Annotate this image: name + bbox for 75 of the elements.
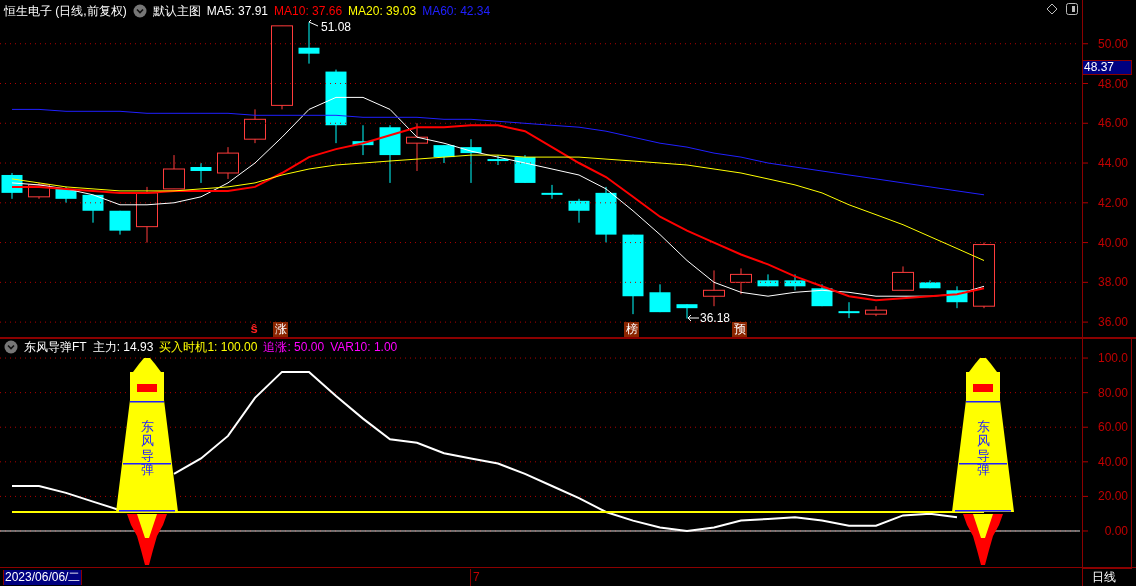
indicator-value: MA5: 37.91	[206, 3, 269, 20]
signal-tag: 预	[732, 322, 747, 337]
indicator-value: MA20: 39.03	[348, 3, 417, 20]
candlestick	[676, 303, 698, 319]
price-tag: 48.37	[1082, 60, 1132, 75]
candlestick	[757, 273, 779, 287]
axis-label: 0.00	[1104, 524, 1128, 538]
indicator-title[interactable]: 东风导弹FT	[24, 338, 87, 356]
axis-label: 40.00	[1097, 454, 1128, 469]
axis-label: 7	[470, 569, 480, 586]
template-label[interactable]: 默认主图	[152, 2, 201, 20]
candlestick	[595, 186, 617, 244]
candlestick	[784, 273, 806, 291]
indicator-value: 追涨: 50.00	[263, 339, 325, 356]
candlestick	[946, 285, 968, 309]
axis-label: 60.00	[1097, 420, 1128, 435]
dropdown-icon[interactable]	[132, 4, 147, 18]
price-annotation: 36.18	[700, 311, 731, 325]
diamond-icon[interactable]	[1046, 3, 1058, 15]
axis-label: 44.00	[1097, 156, 1128, 171]
candlestick	[163, 154, 185, 190]
candlestick	[811, 283, 833, 307]
candlestick	[487, 154, 509, 166]
candlestick	[838, 301, 860, 319]
period-label[interactable]: 日线	[1092, 570, 1116, 585]
leader-line	[687, 314, 700, 322]
candlestick	[1, 172, 23, 200]
candlestick	[865, 305, 887, 317]
axis-label: 46.00	[1097, 116, 1128, 131]
candlestick	[55, 186, 77, 204]
axis-label: 20.00	[1097, 489, 1128, 504]
axis-label: 38.00	[1097, 275, 1128, 290]
candlestick	[919, 279, 941, 289]
candlestick	[892, 265, 914, 291]
candlestick	[82, 194, 104, 224]
leader-line	[308, 19, 319, 27]
candlestick	[217, 146, 239, 180]
candlestick	[244, 108, 266, 144]
chart-title: 恒生电子 (日线,前复权)	[4, 3, 127, 20]
axis-label: 100.0	[1097, 351, 1128, 366]
axis-label: 50.00	[1097, 36, 1128, 51]
axis-label: 80.00	[1097, 385, 1128, 400]
indicator-value: 买入时机1: 100.00	[159, 339, 258, 356]
axis-label: 42.00	[1097, 195, 1128, 210]
candlestick	[406, 122, 428, 172]
axis-label: 40.00	[1097, 235, 1128, 250]
candlestick	[541, 184, 563, 200]
candlestick	[109, 210, 131, 236]
candlestick	[136, 186, 158, 244]
candlestick	[379, 124, 401, 184]
candlestick	[730, 267, 752, 295]
candlestick	[649, 283, 671, 313]
indicator-value: MA10: 37.66	[274, 3, 343, 20]
indicator-value: VAR10: 1.00	[330, 339, 398, 356]
rocket-label: 东风导弹	[140, 420, 154, 478]
signal-tag: 榜	[624, 322, 639, 337]
indicator-value: MA60: 42.34	[422, 3, 491, 20]
indicator-value: 主力: 14.93	[92, 339, 154, 356]
rocket-label: 东风导弹	[976, 420, 990, 478]
candlestick	[568, 198, 590, 224]
candlestick	[298, 21, 320, 65]
signal-tag: 涨	[273, 322, 288, 337]
candlestick	[433, 144, 455, 164]
candlestick	[352, 124, 374, 156]
dropdown-icon[interactable]	[4, 340, 18, 354]
candlestick	[460, 138, 482, 184]
axis-label: 48.00	[1097, 76, 1128, 91]
candlestick	[973, 242, 995, 309]
date-label: 2023/06/06/二	[3, 570, 83, 585]
axis-label: 36.00	[1097, 315, 1128, 330]
candlestick	[703, 269, 725, 307]
candlestick	[190, 162, 212, 184]
signal-mark: ŝ	[249, 322, 259, 336]
price-annotation: 51.08	[321, 20, 352, 34]
panel-toggle-icon[interactable]	[1066, 3, 1078, 15]
